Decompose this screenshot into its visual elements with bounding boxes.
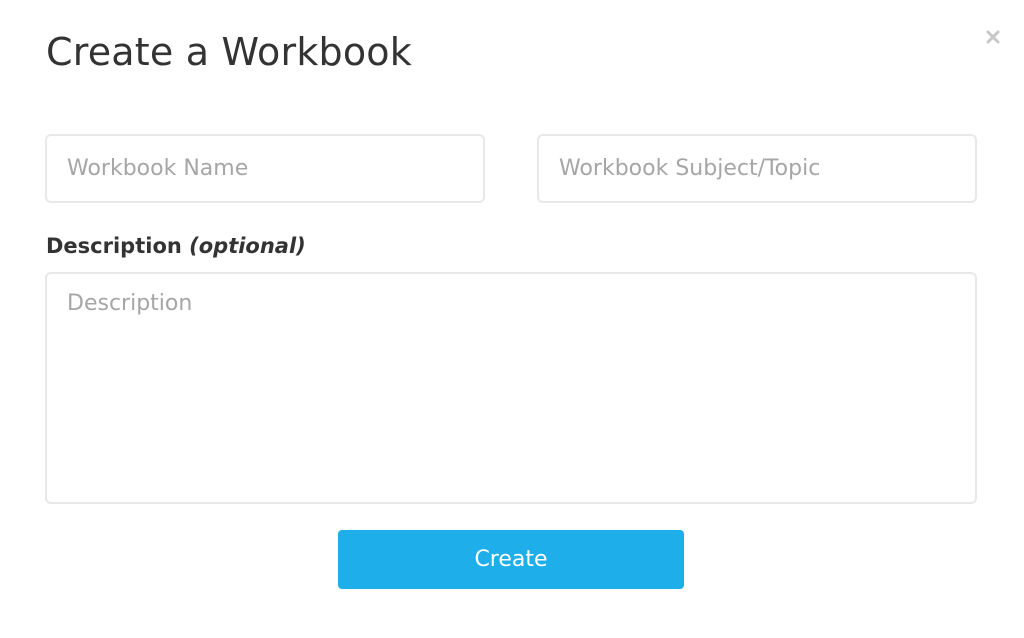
close-button[interactable] (980, 24, 1006, 50)
description-label-text: Description (46, 234, 182, 258)
workbook-name-input[interactable] (45, 134, 485, 203)
modal-title: Create a Workbook (46, 30, 412, 74)
description-label: Description (optional) (46, 232, 306, 260)
create-button[interactable]: Create (338, 530, 684, 589)
close-icon (986, 30, 1000, 44)
description-textarea[interactable] (45, 272, 977, 504)
workbook-subject-input[interactable] (537, 134, 977, 203)
create-workbook-modal: Create a Workbook Description (optional)… (0, 0, 1024, 638)
optional-tag: (optional) (189, 234, 306, 258)
